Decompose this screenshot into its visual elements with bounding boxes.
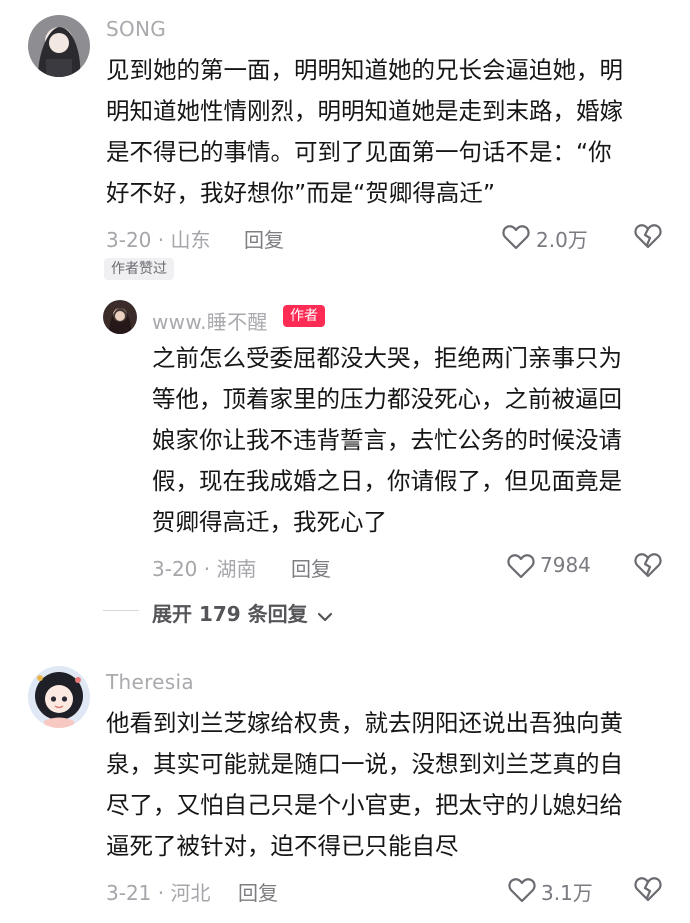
dislike-button[interactable] [634, 876, 662, 902]
broken-heart-icon [634, 876, 662, 902]
like-button[interactable]: 7984 [507, 552, 607, 580]
broken-heart-icon [634, 552, 662, 578]
comment-username[interactable]: Theresia [106, 670, 194, 694]
comment-text-line: 见到她的第一面，明明知道她的兄长会逼迫她，明 [106, 56, 623, 84]
chevron-down-icon [317, 611, 333, 623]
like-count: 2.0万 [536, 228, 588, 252]
comment-text-line: 泉，其实可能就是随口一说，没想到刘兰芝真的自 [106, 750, 623, 778]
author-badge: 作者 [283, 305, 325, 327]
avatar[interactable] [28, 666, 90, 728]
comment-date-location: 3-21 · 河北 [106, 881, 211, 905]
reply-text-line: 之前怎么受委屈都没大哭，拒绝两门亲事只为 [152, 344, 622, 372]
comment-text: 见到她的第一面，明明知道她的兄长会逼迫她，明 明知道她性情刚烈，明明知道她是走到… [106, 50, 676, 214]
like-button[interactable]: 2.0万 [502, 223, 602, 252]
heart-outline-icon [502, 224, 530, 250]
heart-outline-icon [508, 877, 536, 903]
comment-text: 他看到刘兰芝嫁给权贵，就去阴阳还说出吾独向黄 泉，其实可能就是随口一说，没想到刘… [106, 703, 676, 867]
reply-text-line: 娘家你让我不违背誓言，去忙公务的时候没请 [152, 426, 622, 454]
avatar[interactable] [103, 300, 137, 334]
reply-text-line: 等他，顶着家里的压力都没死心，之前被逼回 [152, 385, 622, 413]
author-liked-badge: 作者赞过 [104, 258, 174, 280]
reply-text: 之前怎么受委屈都没大哭，拒绝两门亲事只为 等他，顶着家里的压力都没死心，之前被逼… [152, 338, 672, 543]
reply-text-line: 假，现在我成婚之日，你请假了，但见面竟是 [152, 467, 622, 495]
comment-text-line: 好不好，我好想你”而是“贺卿得高迁” [106, 179, 496, 207]
reply-button[interactable]: 回复 [244, 224, 284, 253]
comment-date-location: 3-20 · 山东 [106, 228, 211, 252]
reply-button[interactable]: 回复 [238, 877, 278, 906]
dislike-button[interactable] [634, 552, 662, 578]
dislike-button[interactable] [634, 223, 662, 249]
avatar[interactable] [28, 15, 90, 77]
comment-text-line: 逼死了被针对，迫不得已只能自尽 [106, 832, 459, 860]
comment-username[interactable]: SONG [106, 17, 166, 41]
comment-text-line: 明知道她性情刚烈，明明知道她是走到末路，婚嫁 [106, 97, 623, 125]
like-button[interactable]: 3.1万 [508, 876, 608, 905]
comment-text-line: 尽了，又怕自己只是个小官吏，把太守的儿媳妇给 [106, 791, 623, 819]
divider [103, 610, 139, 611]
reply-text-line: 贺卿得高迁，我死心了 [152, 508, 387, 536]
reply-username[interactable]: www.睡不醒 [152, 306, 268, 335]
reply-date-location: 3-20 · 湖南 [152, 557, 257, 581]
reply-button[interactable]: 回复 [291, 553, 331, 582]
expand-replies-button[interactable]: 展开 179 条回复 [152, 598, 333, 626]
broken-heart-icon [634, 223, 662, 249]
comment-text-line: 他看到刘兰芝嫁给权贵，就去阴阳还说出吾独向黄 [106, 709, 623, 737]
heart-outline-icon [507, 553, 535, 579]
comment-text-line: 是不得已的事情。可到了见面第一句话不是：“你 [106, 138, 612, 166]
like-count: 7984 [540, 553, 591, 577]
like-count: 3.1万 [541, 881, 593, 905]
expand-replies-label: 展开 179 条回复 [152, 602, 308, 626]
